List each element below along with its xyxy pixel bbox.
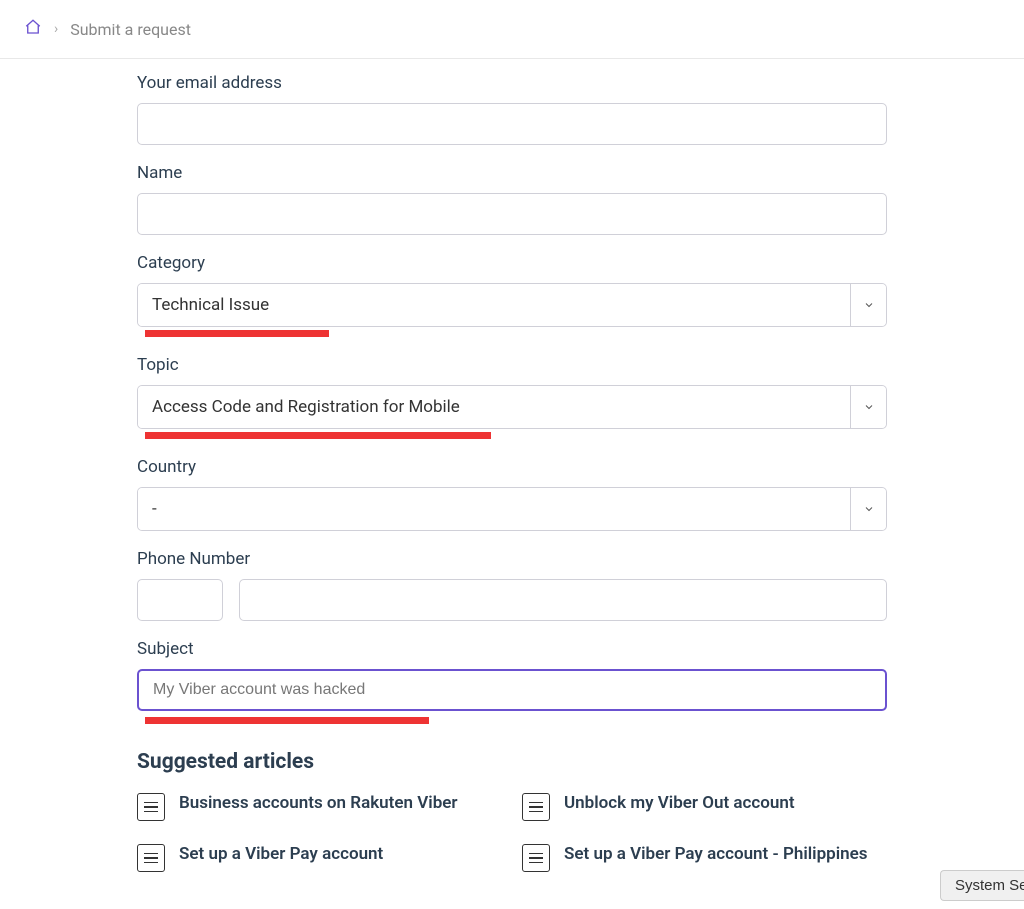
document-icon <box>522 793 550 821</box>
category-label: Category <box>137 253 887 273</box>
document-icon <box>137 793 165 821</box>
subject-label: Subject <box>137 639 887 659</box>
topic-select[interactable]: Access Code and Registration for Mobile <box>137 385 887 429</box>
phone-country-code-input[interactable] <box>137 579 223 621</box>
breadcrumb-current: Submit a request <box>70 20 191 39</box>
category-value: Technical Issue <box>138 284 850 326</box>
chevron-down-icon <box>850 284 886 326</box>
home-icon[interactable] <box>24 18 42 40</box>
document-icon <box>522 844 550 872</box>
phone-number-input[interactable] <box>239 579 887 621</box>
topic-label: Topic <box>137 355 887 375</box>
email-label: Your email address <box>137 73 887 93</box>
chevron-right-icon: › <box>54 21 58 37</box>
annotation-underline <box>145 717 429 724</box>
chevron-down-icon <box>850 386 886 428</box>
country-value: - <box>138 488 850 530</box>
category-select[interactable]: Technical Issue <box>137 283 887 327</box>
annotation-underline <box>145 432 491 439</box>
chevron-down-icon <box>850 488 886 530</box>
country-label: Country <box>137 457 887 477</box>
name-label: Name <box>137 163 887 183</box>
article-title: Set up a Viber Pay account - Philippines <box>564 843 868 866</box>
system-settings-button[interactable]: System Se <box>940 870 1024 901</box>
document-icon <box>137 844 165 872</box>
subject-input[interactable] <box>137 669 887 711</box>
suggested-article[interactable]: Unblock my Viber Out account <box>522 792 887 821</box>
suggested-article[interactable]: Business accounts on Rakuten Viber <box>137 792 502 821</box>
article-title: Business accounts on Rakuten Viber <box>179 792 458 815</box>
suggested-article[interactable]: Set up a Viber Pay account <box>137 843 502 872</box>
suggested-articles-list: Business accounts on Rakuten Viber Unblo… <box>137 792 887 872</box>
name-input[interactable] <box>137 193 887 235</box>
email-input[interactable] <box>137 103 887 145</box>
breadcrumb: › Submit a request <box>0 0 1024 59</box>
annotation-underline <box>145 330 329 337</box>
request-form: Your email address Name Category Technic… <box>137 59 887 872</box>
suggested-articles-heading: Suggested articles <box>137 750 887 774</box>
topic-value: Access Code and Registration for Mobile <box>138 386 850 428</box>
country-select[interactable]: - <box>137 487 887 531</box>
phone-label: Phone Number <box>137 549 887 569</box>
article-title: Set up a Viber Pay account <box>179 843 383 866</box>
article-title: Unblock my Viber Out account <box>564 792 795 815</box>
suggested-article[interactable]: Set up a Viber Pay account - Philippines <box>522 843 887 872</box>
